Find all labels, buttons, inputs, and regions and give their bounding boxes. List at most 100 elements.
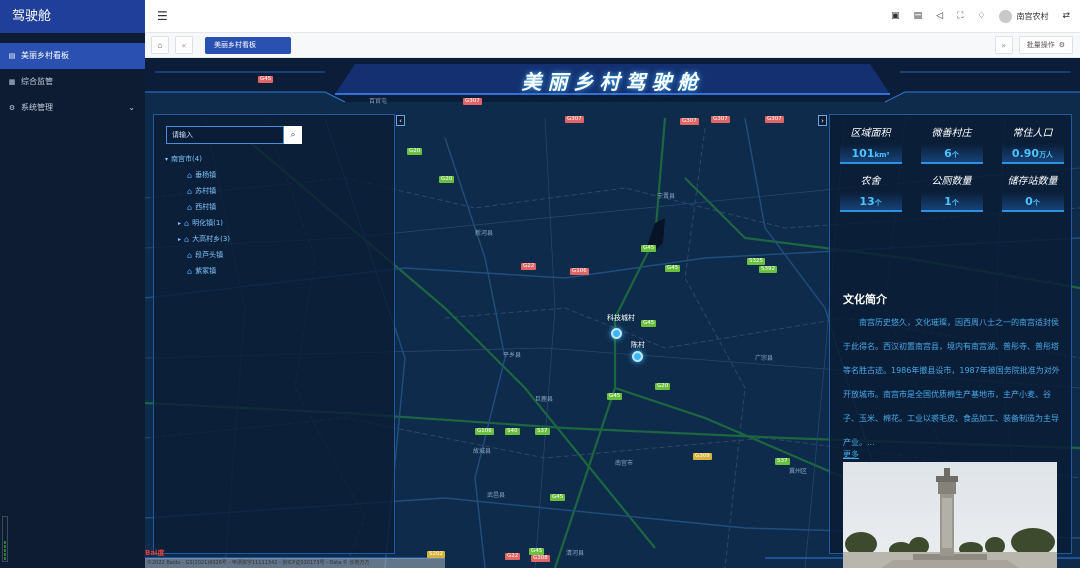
tree-node-label: 垂杨镇 bbox=[195, 171, 217, 179]
town-label: 新河县 bbox=[475, 230, 494, 237]
sidebar-item-beautiful-village-board[interactable]: ▤ 美丽乡村看板 bbox=[0, 43, 145, 69]
dashboard-icon: ▤ bbox=[8, 52, 16, 60]
tree-root[interactable]: ▾ 南宫市(4) bbox=[165, 151, 230, 167]
switch-icon[interactable]: ⇄ bbox=[1062, 11, 1070, 21]
home-icon: ⌂ bbox=[187, 186, 193, 196]
stat-label: 微善村庄 bbox=[931, 128, 972, 139]
tree-node[interactable]: ⌂ 西村镇 bbox=[165, 199, 230, 215]
gear-icon: ⚙ bbox=[8, 104, 16, 112]
dashboard-title: 美丽乡村驾驶舱 bbox=[521, 70, 704, 94]
collapse-left-icon[interactable]: ‹ bbox=[396, 115, 405, 126]
stat-toilets: 公厕数量 1个 bbox=[911, 175, 992, 217]
caret-right-icon[interactable]: ▸ bbox=[178, 220, 181, 227]
stat-value: 0个 bbox=[1001, 192, 1064, 212]
road-label: G45 bbox=[550, 494, 566, 501]
tree-node[interactable]: ⌂ 垂杨镇 bbox=[165, 167, 230, 183]
pin-label: 陈村 bbox=[631, 341, 645, 349]
town-label: 百官屯 bbox=[369, 98, 388, 105]
town-label: 巨鹿县 bbox=[535, 396, 554, 403]
top-header: ☰ ▣ ▤ ◁ ⛶ ♢ 南宫农村 ⇄ bbox=[145, 0, 1080, 33]
tree-node-label: 南宫市(4) bbox=[171, 155, 202, 163]
stat-label: 农舍 bbox=[860, 176, 881, 187]
town-label: 武邑县 bbox=[487, 492, 506, 499]
road-label: G22 bbox=[505, 553, 521, 560]
avatar bbox=[999, 9, 1013, 23]
tree-node-label: 紫冢镇 bbox=[195, 267, 217, 275]
town-label: 广宗县 bbox=[755, 355, 774, 362]
stat-value: 0.90万人 bbox=[1001, 144, 1064, 164]
road-label: G45 bbox=[665, 265, 681, 272]
search-input[interactable] bbox=[166, 126, 284, 144]
town-label: 故城县 bbox=[473, 448, 492, 455]
user-name: 南宫农村 bbox=[1016, 11, 1049, 21]
road-label: G307 bbox=[565, 116, 584, 123]
scroll-left-icon[interactable]: « bbox=[175, 36, 193, 54]
tab-bar: ⌂ « 美丽乡村看板 » 批量操作 ⚙ bbox=[145, 33, 1080, 58]
tree-node[interactable]: ⌂ 段芦头镇 bbox=[165, 247, 230, 263]
more-link[interactable]: 更多 bbox=[843, 449, 859, 460]
stat-label: 区域面积 bbox=[850, 128, 891, 139]
home-icon: ⌂ bbox=[184, 234, 190, 244]
collapse-right-icon[interactable]: › bbox=[818, 115, 827, 126]
road-label: G307 bbox=[711, 116, 730, 123]
grid-icon: ▦ bbox=[8, 78, 16, 86]
road-label: G307 bbox=[680, 118, 699, 125]
gear-icon: ⚙ bbox=[1058, 41, 1065, 49]
tree-node[interactable]: ▸ ⌂ 明化镇(1) bbox=[165, 215, 230, 231]
search-icon[interactable]: ⌕ bbox=[284, 126, 302, 144]
map-pin[interactable] bbox=[611, 328, 622, 339]
tab-beautiful-village-board[interactable]: 美丽乡村看板 bbox=[205, 36, 291, 54]
send-icon[interactable]: ◁ bbox=[936, 11, 943, 21]
batch-operation-button[interactable]: 批量操作 ⚙ bbox=[1018, 36, 1073, 54]
fullscreen-icon[interactable]: ⛶ bbox=[957, 11, 963, 21]
region-tree: ▾ 南宫市(4) ⌂ 垂杨镇 ⌂ 苏村镇 ⌂ 西村镇 ▸ ⌂ 明化镇(1) ▸ bbox=[165, 151, 230, 279]
header-tools: ▣ ▤ ◁ ⛶ ♢ 南宫农村 ⇄ bbox=[891, 9, 1070, 23]
stat-label: 公厕数量 bbox=[931, 176, 972, 187]
tree-node[interactable]: ▸ ⌂ 大高村乡(3) bbox=[165, 231, 230, 247]
sidebar: 驾驶舱 ▤ 美丽乡村看板 ▦ 综合监管 ⚙ 系统管理 ⌄ bbox=[0, 0, 145, 568]
sidebar-item-comprehensive-supervision[interactable]: ▦ 综合监管 bbox=[0, 69, 145, 95]
road-label: G45 bbox=[607, 393, 623, 400]
road-label: S325 bbox=[747, 258, 765, 265]
road-label: G45 bbox=[258, 76, 274, 83]
home-icon[interactable]: ⌂ bbox=[151, 36, 169, 54]
road-label: S37 bbox=[535, 428, 550, 435]
document-icon[interactable]: ▤ bbox=[914, 11, 923, 21]
status-meter bbox=[2, 516, 8, 562]
map-pin[interactable] bbox=[632, 351, 643, 362]
bell-icon[interactable]: ♢ bbox=[977, 11, 985, 21]
road-label: G309 bbox=[693, 453, 712, 460]
road-label: G106 bbox=[475, 428, 494, 435]
screen-icon[interactable]: ▣ bbox=[891, 11, 900, 21]
caret-right-icon[interactable]: ▸ bbox=[178, 236, 181, 243]
sidebar-item-system-management[interactable]: ⚙ 系统管理 ⌄ bbox=[0, 95, 145, 121]
batch-operation-label: 批量操作 bbox=[1026, 41, 1055, 49]
tree-node-label: 段芦头镇 bbox=[195, 251, 224, 259]
road-label: G45 bbox=[529, 548, 545, 555]
info-panel: 区域面积 101km² 微善村庄 6个 常住人口 0.90万人 农舍 13个 公… bbox=[829, 114, 1073, 568]
tree-node[interactable]: ⌂ 苏村镇 bbox=[165, 183, 230, 199]
road-label: G307 bbox=[463, 98, 482, 105]
tree-node-label: 苏村镇 bbox=[195, 187, 217, 195]
scroll-right-icon[interactable]: » bbox=[994, 36, 1013, 54]
tree-node-label: 大高村乡(3) bbox=[192, 235, 231, 243]
stat-villages: 微善村庄 6个 bbox=[911, 127, 992, 169]
home-icon: ⌂ bbox=[187, 170, 193, 180]
road-label: G20 bbox=[439, 176, 455, 183]
road-label: G20 bbox=[655, 383, 671, 390]
app-brand: 驾驶舱 bbox=[0, 0, 145, 33]
stat-population: 常住人口 0.90万人 bbox=[992, 127, 1073, 169]
tree-node[interactable]: ⌂ 紫冢镇 bbox=[165, 263, 230, 279]
stat-label: 储存站数量 bbox=[1007, 176, 1058, 187]
map-attribution: ©2022 Baidu - GS(2021)6026号 - 甲测资字111113… bbox=[145, 558, 445, 568]
menu-toggle-icon[interactable]: ☰ bbox=[157, 9, 168, 23]
home-icon: ⌂ bbox=[187, 202, 193, 212]
stat-storage: 储存站数量 0个 bbox=[992, 175, 1073, 217]
road-label: G308 bbox=[531, 555, 550, 562]
sidebar-item-label: 美丽乡村看板 bbox=[21, 51, 69, 60]
road-label: S202 bbox=[427, 551, 445, 558]
stat-value: 6个 bbox=[920, 144, 983, 164]
user-menu[interactable]: 南宫农村 bbox=[999, 9, 1049, 23]
dashboard: 美丽乡村驾驶舱 G45 G307 G307 G307 G307 G307 G20… bbox=[145, 58, 1080, 568]
sidebar-item-label: 系统管理 bbox=[21, 103, 53, 112]
